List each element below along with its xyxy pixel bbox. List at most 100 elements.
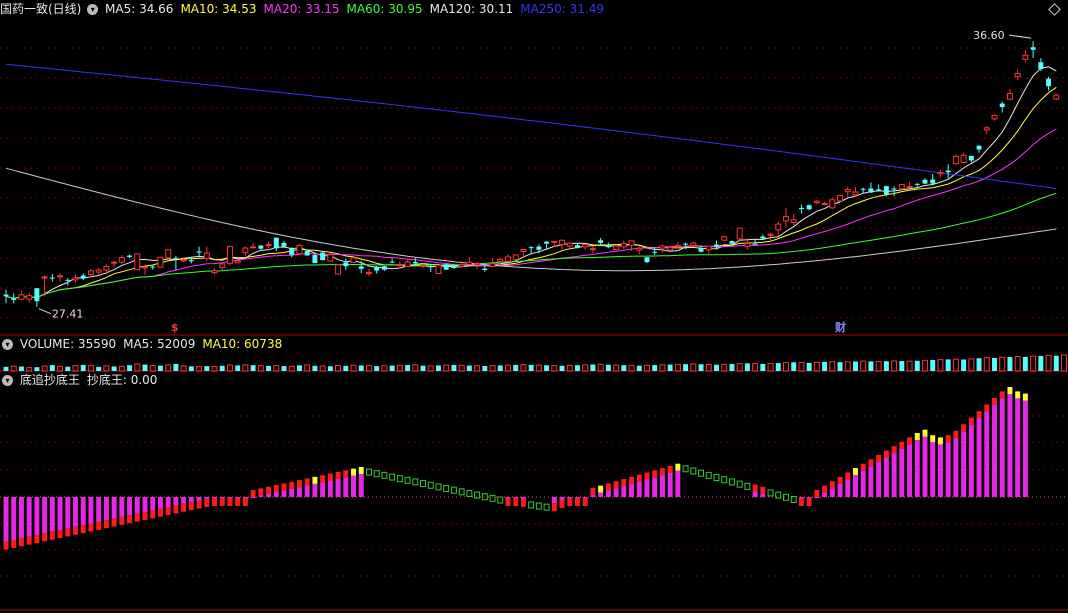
indicator-bar <box>327 480 333 497</box>
indicator-cap <box>992 397 997 405</box>
candle-body <box>566 242 573 247</box>
candle-body <box>320 252 326 261</box>
indicator-cap <box>266 486 272 494</box>
candle-body <box>752 243 758 245</box>
volume-bar <box>474 365 481 372</box>
indicator-cap <box>196 500 202 509</box>
indicator-cap <box>96 521 102 530</box>
indicator-cap <box>134 513 140 522</box>
volume-bar <box>520 364 527 372</box>
candle-body <box>219 263 226 269</box>
volume-bar <box>698 364 704 371</box>
indicator-cap <box>953 430 959 438</box>
ma-line-4 <box>5 167 1057 272</box>
indicator-bar <box>845 479 851 497</box>
indicator-green-box <box>728 478 735 486</box>
volume-bar <box>674 363 681 372</box>
candle-body <box>837 194 844 202</box>
candle-body <box>744 242 751 248</box>
candle-body <box>690 242 697 246</box>
indicator-bar <box>235 497 241 498</box>
indicator-cap <box>258 488 264 496</box>
volume-bar <box>458 364 465 372</box>
indicator-bar <box>822 492 828 497</box>
indicator-cap <box>590 487 596 495</box>
volume-settings-icon[interactable]: ▾ <box>2 339 13 350</box>
indicator-bar <box>659 475 665 497</box>
volume-bar <box>705 364 712 372</box>
indicator-cap <box>860 463 866 471</box>
volume-bar <box>582 364 589 372</box>
indicator-cap <box>142 512 148 521</box>
volume-bar <box>837 362 843 371</box>
indicator-bar <box>922 436 928 497</box>
indicator-bar <box>613 488 619 497</box>
candle-body <box>312 254 318 264</box>
stock-chart[interactable]: 36.60 27.41 $ 财 <box>0 0 1068 613</box>
candle-body <box>544 241 550 244</box>
candle-body <box>829 199 836 209</box>
candle-body <box>721 236 728 241</box>
volume-bar <box>945 359 951 371</box>
volume-bar <box>396 364 403 372</box>
indicator-bar <box>65 497 71 529</box>
volume-bar <box>952 358 959 372</box>
indicator-green-box <box>396 475 403 483</box>
volume-bar <box>319 365 326 372</box>
price-settings-icon[interactable]: ▾ <box>87 4 99 15</box>
volume-bar <box>659 364 666 372</box>
indicator-green-box <box>535 502 542 510</box>
indicator-bar <box>1022 400 1028 497</box>
candle-body <box>760 236 766 239</box>
candle-body <box>1038 62 1044 70</box>
volume-bar <box>420 365 426 371</box>
indicator-bar <box>258 495 264 497</box>
volume-bar <box>466 365 472 371</box>
candle-body <box>991 114 998 120</box>
volume-bar <box>853 361 858 371</box>
candle-body <box>876 189 882 191</box>
indicator-cap <box>80 525 86 534</box>
indicator-bar <box>961 431 967 497</box>
indicator-cap <box>891 446 897 454</box>
event-marker: $ <box>171 321 179 334</box>
indicator-cap <box>822 485 828 493</box>
candle-body <box>860 188 866 190</box>
indicator-green-box <box>528 501 535 509</box>
indicator-green-box <box>389 473 396 481</box>
candle-body <box>806 205 812 210</box>
ma-label-1: MA10: 34.53 <box>180 2 257 16</box>
volume-bar <box>544 365 550 371</box>
indicator-bar <box>559 497 565 500</box>
candle-body <box>365 272 372 275</box>
volume-bar <box>868 361 874 371</box>
indicator-cap <box>351 468 356 476</box>
volume-bar <box>644 364 650 372</box>
volume-bar <box>760 363 766 371</box>
indicator-cap <box>629 476 635 484</box>
indicator-green-box <box>698 469 705 477</box>
candle-body <box>628 240 635 246</box>
indicator-settings-icon[interactable]: ▾ <box>2 375 13 386</box>
indicator-cap <box>652 470 658 478</box>
candle-body <box>127 255 133 257</box>
indicator-bar <box>296 487 302 497</box>
indicator-cap <box>204 498 210 507</box>
candle-body <box>983 127 990 131</box>
indicator-green-box <box>474 491 481 499</box>
indicator-green-box <box>713 474 720 482</box>
volume-bar <box>628 364 635 372</box>
volume-bar <box>235 365 241 371</box>
candle-body <box>296 244 303 255</box>
indicator-bar <box>150 497 156 511</box>
volume-bar <box>443 364 450 372</box>
indicator-bar <box>312 483 318 497</box>
indicator-bar <box>343 477 349 497</box>
indicator-bar <box>266 493 272 497</box>
candle-body <box>714 244 719 247</box>
ma-label-3: MA60: 30.95 <box>346 2 423 16</box>
candle-body <box>234 260 241 264</box>
candle-body <box>327 254 334 262</box>
volume-legend: VOLUME: 35590 MA5: 52009 MA10: 60738 <box>20 337 289 351</box>
candle-body <box>474 263 481 266</box>
